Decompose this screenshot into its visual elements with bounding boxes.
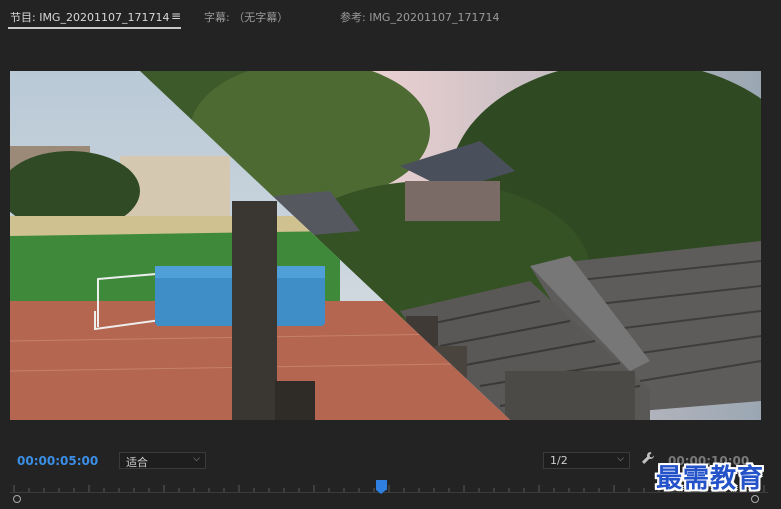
fit-select-value: 适合 bbox=[126, 456, 148, 469]
chevron-down-icon: ⌵ bbox=[193, 454, 200, 464]
tab-reference[interactable]: 参考: IMG_20201107_171714 bbox=[340, 9, 499, 25]
ruler-baseline bbox=[10, 492, 768, 493]
resolution-select-value: 1/2 bbox=[550, 454, 568, 467]
resolution-select[interactable]: 1/2 ⌵ bbox=[543, 452, 630, 469]
timeline-ruler[interactable] bbox=[10, 480, 768, 494]
chevron-down-icon: ⌵ bbox=[617, 454, 624, 464]
current-timecode[interactable]: 00:00:05:00 bbox=[17, 454, 98, 468]
active-tab-indicator bbox=[8, 27, 181, 29]
out-point-handle[interactable] bbox=[751, 495, 759, 503]
watermark-logo: 最需教育 bbox=[656, 464, 765, 494]
tab-captions[interactable]: 字幕: （无字幕） bbox=[204, 9, 288, 25]
playhead[interactable] bbox=[376, 480, 387, 494]
program-monitor-viewer[interactable] bbox=[10, 71, 761, 420]
tab-program[interactable]: 节目: IMG_20201107_171714 bbox=[10, 9, 169, 25]
fit-select[interactable]: 适合 ⌵ bbox=[119, 452, 206, 469]
wrench-icon[interactable] bbox=[641, 451, 655, 469]
in-point-handle[interactable] bbox=[13, 495, 21, 503]
panel-menu-icon[interactable]: ≡ bbox=[171, 9, 181, 23]
panel-tab-bar: 节目: IMG_20201107_171714 ≡ 字幕: （无字幕） 参考: … bbox=[0, 0, 781, 32]
video-frame bbox=[10, 71, 761, 420]
